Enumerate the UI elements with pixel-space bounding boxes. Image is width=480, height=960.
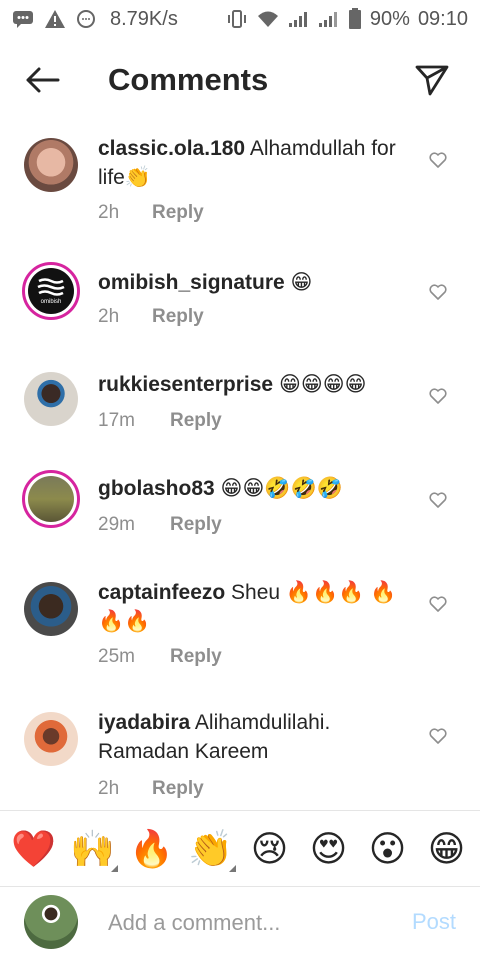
network-speed: 8.79K/s xyxy=(110,7,178,30)
comment-input[interactable] xyxy=(108,905,388,941)
header: Comments xyxy=(0,50,480,110)
warning-icon xyxy=(44,9,66,29)
comment-text: classic.ola.180 Alhamdullah for life👏 xyxy=(98,134,408,192)
reply-button[interactable]: Reply xyxy=(152,202,204,224)
emoji-heart-button[interactable]: ❤️ xyxy=(7,822,61,876)
battery-level: 90% xyxy=(369,7,410,30)
page-title: Comments xyxy=(108,62,269,97)
reply-button[interactable]: Reply xyxy=(170,410,222,432)
message-icon xyxy=(12,10,34,28)
avatar-image xyxy=(24,138,78,192)
emoji-raising-hands-button[interactable]: 🙌 xyxy=(66,822,120,876)
comment-username[interactable]: classic.ola.180 xyxy=(98,137,245,160)
comment-text: gbolasho83 😁😁🤣🤣🤣 xyxy=(98,474,408,503)
reply-button[interactable]: Reply xyxy=(152,306,204,328)
comment-time: 25m xyxy=(98,646,135,667)
signal-icon-2 xyxy=(318,10,340,28)
comment-meta: 2h Reply xyxy=(98,202,204,224)
avatar-image: omibish xyxy=(28,268,74,314)
clock-icon xyxy=(76,9,96,29)
heart-outline-icon xyxy=(429,152,447,168)
comment-username[interactable]: iyadabira xyxy=(98,711,190,734)
comment-message: 😁😁🤣🤣🤣 xyxy=(220,477,343,500)
avatar-image xyxy=(24,582,78,636)
comment-username[interactable]: gbolasho83 xyxy=(98,477,215,500)
share-button[interactable] xyxy=(412,60,452,100)
like-button[interactable] xyxy=(428,150,448,170)
comment-username[interactable]: captainfeezo xyxy=(98,581,225,604)
heart-outline-icon xyxy=(429,388,447,404)
avatar[interactable] xyxy=(22,580,80,638)
like-button[interactable] xyxy=(428,726,448,746)
comment-time: 17m xyxy=(98,410,135,431)
avatar-logo-text: omibish xyxy=(40,299,62,305)
emoji-quick-bar: ❤️ 🙌 🔥 👏 😢 😍 😮 😁 xyxy=(0,810,480,886)
current-user-avatar xyxy=(24,895,78,949)
comment-meta: 2h Reply xyxy=(98,306,204,328)
heart-outline-icon xyxy=(429,728,447,744)
like-button[interactable] xyxy=(428,282,448,302)
comment-meta: 2h Reply xyxy=(98,778,204,800)
signal-icon xyxy=(288,10,310,28)
emoji-crying-button[interactable]: 😢 xyxy=(243,822,297,876)
comment-text: iyadabira Alihamdulilahi. Ramadan Kareem xyxy=(98,708,408,766)
avatar[interactable]: omibish xyxy=(22,262,80,320)
comment-text: rukkiesenterprise 😁😁😁😁 xyxy=(98,370,408,399)
post-button[interactable]: Post xyxy=(412,909,456,935)
reply-button[interactable]: Reply xyxy=(170,514,222,536)
back-button[interactable] xyxy=(22,62,62,98)
avatar[interactable] xyxy=(22,370,80,428)
emoji-clapping-button[interactable]: 👏 xyxy=(184,822,238,876)
comment-text: omibish_signature 😁 xyxy=(98,268,408,297)
emoji-fire-button[interactable]: 🔥 xyxy=(125,822,179,876)
battery-icon xyxy=(348,8,362,30)
comment-message: 😁 xyxy=(290,271,313,294)
comment-time: 2h xyxy=(98,306,120,327)
like-button[interactable] xyxy=(428,594,448,614)
comment-username[interactable]: rukkiesenterprise xyxy=(98,373,273,396)
status-bar: 8.79K/s 90% 09:10 xyxy=(0,0,480,38)
comment-time: 29m xyxy=(98,514,135,535)
comment-meta: 29m Reply xyxy=(98,514,222,536)
like-button[interactable] xyxy=(428,386,448,406)
heart-outline-icon xyxy=(429,596,447,612)
reply-button[interactable]: Reply xyxy=(152,778,204,800)
wifi-icon xyxy=(256,10,280,28)
avatar-image xyxy=(24,712,78,766)
avatar-image xyxy=(24,372,78,426)
emoji-heart-eyes-button[interactable]: 😍 xyxy=(302,822,356,876)
avatar[interactable] xyxy=(22,470,80,528)
arrow-left-icon xyxy=(26,67,60,93)
clock-time: 09:10 xyxy=(417,7,468,30)
emoji-surprised-button[interactable]: 😮 xyxy=(361,822,415,876)
heart-outline-icon xyxy=(429,284,447,300)
comment-message: 😁😁😁😁 xyxy=(278,373,367,396)
avatar[interactable] xyxy=(22,710,80,768)
comment-text: captainfeezo Sheu 🔥🔥🔥 🔥🔥🔥 xyxy=(98,578,408,636)
emoji-grin-button[interactable]: 😁 xyxy=(420,822,474,876)
comment-meta: 25m Reply xyxy=(98,646,222,668)
avatar-image xyxy=(28,476,74,522)
avatar[interactable] xyxy=(22,136,80,194)
vibrate-icon xyxy=(226,9,248,29)
comment-username[interactable]: omibish_signature xyxy=(98,271,285,294)
like-button[interactable] xyxy=(428,490,448,510)
paper-plane-icon xyxy=(415,65,449,96)
heart-outline-icon xyxy=(429,492,447,508)
reply-button[interactable]: Reply xyxy=(170,646,222,668)
comment-time: 2h xyxy=(98,778,120,799)
comment-time: 2h xyxy=(98,202,120,223)
comment-composer: Post xyxy=(0,886,480,960)
comment-meta: 17m Reply xyxy=(98,410,222,432)
